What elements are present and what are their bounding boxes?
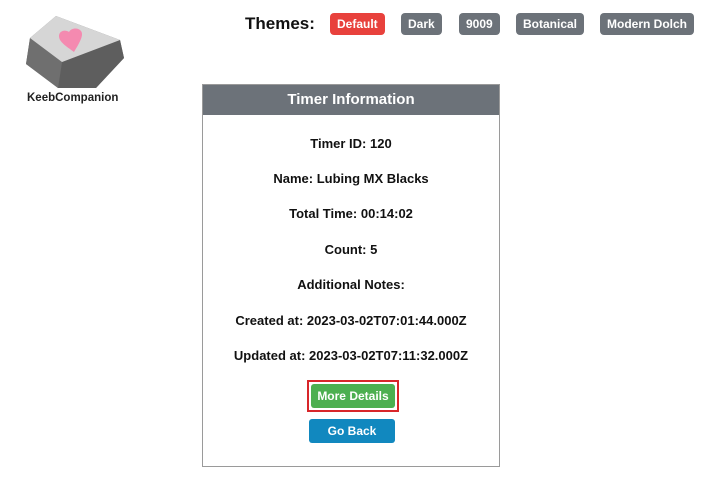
timer-id-value: 120	[370, 136, 392, 151]
theme-default-button[interactable]: Default	[330, 13, 385, 35]
theme-dark-button[interactable]: Dark	[401, 13, 442, 35]
name-label: Name:	[273, 171, 314, 186]
timer-info-card: Timer Information Timer ID: 120 Name: Lu…	[202, 84, 500, 467]
created-at-line: Created at: 2023-03-02T07:01:44.000Z	[203, 313, 499, 328]
count-value: 5	[370, 242, 378, 257]
timer-id-line: Timer ID: 120	[203, 136, 499, 151]
count-label: Count:	[324, 242, 367, 257]
more-details-button[interactable]: More Details	[311, 384, 395, 408]
timer-id-label: Timer ID:	[310, 136, 367, 151]
additional-notes-line: Additional Notes:	[203, 277, 499, 292]
created-at-label: Created at:	[235, 313, 304, 328]
created-at-value: 2023-03-02T07:01:44.000Z	[306, 313, 467, 328]
name-value: Lubing MX Blacks	[316, 171, 429, 186]
theme-9009-button[interactable]: 9009	[459, 13, 500, 35]
app-logo[interactable]: KeebCompanion	[22, 14, 128, 108]
themes-label: Themes:	[245, 14, 315, 33]
additional-notes-label: Additional Notes:	[297, 277, 405, 292]
updated-at-line: Updated at: 2023-03-02T07:11:32.000Z	[203, 348, 499, 363]
name-line: Name: Lubing MX Blacks	[203, 171, 499, 186]
total-time-label: Total Time:	[289, 206, 358, 221]
updated-at-value: 2023-03-02T07:11:32.000Z	[309, 348, 469, 363]
total-time-value: 00:14:02	[360, 206, 413, 221]
card-title: Timer Information	[203, 85, 499, 115]
count-line: Count: 5	[203, 242, 499, 257]
more-details-highlight: More Details	[307, 380, 399, 412]
updated-at-label: Updated at:	[233, 348, 306, 363]
keycap-heart-icon	[26, 16, 124, 88]
go-back-button[interactable]: Go Back	[309, 419, 395, 443]
theme-modern-dolch-button[interactable]: Modern Dolch	[600, 13, 694, 35]
logo-text: KeebCompanion	[27, 92, 119, 104]
total-time-line: Total Time: 00:14:02	[203, 206, 499, 221]
theme-botanical-button[interactable]: Botanical	[516, 13, 585, 35]
